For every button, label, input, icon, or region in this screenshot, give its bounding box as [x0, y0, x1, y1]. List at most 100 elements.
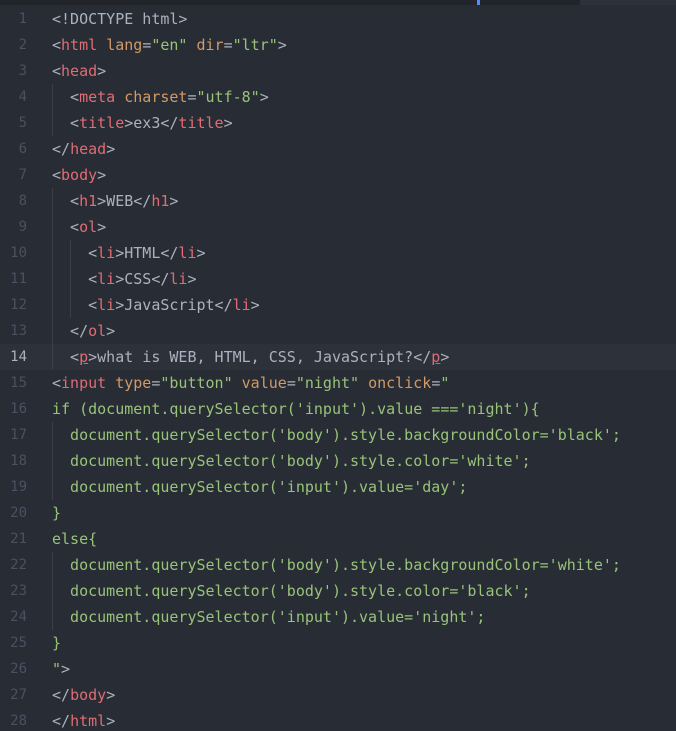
code-line[interactable]: 19 document.querySelector('input').value=…: [0, 474, 676, 500]
code-token: onclick: [368, 374, 432, 392]
code-line[interactable]: 15 <input type="button" value="night" onc…: [0, 370, 676, 396]
code-token: }: [52, 634, 62, 652]
indent-guide: [52, 214, 53, 240]
code-token: </: [52, 686, 71, 704]
line-number: 7: [18, 167, 27, 183]
code-line[interactable]: 17 document.querySelector('body').style.b…: [0, 422, 676, 448]
code-token: input: [61, 374, 107, 392]
code-line[interactable]: 20}: [0, 500, 676, 526]
line-number: 1: [18, 11, 27, 27]
code-token: >: [169, 192, 179, 210]
code-line[interactable]: 4 <meta charset="utf-8">: [0, 84, 676, 110]
line-number: 21: [10, 531, 27, 547]
code-line[interactable]: 26 ">: [0, 656, 676, 682]
code-line[interactable]: 23 document.querySelector('body').style.c…: [0, 578, 676, 604]
indent-guide: [70, 266, 72, 292]
line-number: 14: [10, 349, 27, 365]
line-number: 20: [10, 505, 27, 521]
code-line[interactable]: 14 <p>what is WEB, HTML, CSS, JavaScript?…: [0, 344, 676, 370]
code-line[interactable]: 7 <body>: [0, 162, 676, 188]
code-line[interactable]: 12 <li>JavaScript</li>: [0, 292, 676, 318]
code-token: >: [223, 114, 233, 132]
code-token: >: [61, 660, 71, 678]
code-token: >: [97, 62, 107, 80]
code-text: <html lang="en" dir="ltr">: [52, 32, 287, 58]
code-token: li: [97, 244, 116, 262]
code-token: ": [440, 374, 450, 392]
line-number: 3: [18, 63, 27, 79]
code-token: >: [196, 244, 206, 262]
line-number: 5: [18, 115, 27, 131]
code-line[interactable]: 27 </body>: [0, 682, 676, 708]
code-token: h1: [151, 192, 170, 210]
code-token: ex3: [133, 114, 161, 132]
indent-guide: [52, 604, 53, 630]
code-token: ol: [88, 322, 107, 340]
code-line[interactable]: 11 <li>CSS</li>: [0, 266, 676, 292]
code-line[interactable]: 13 </ol>: [0, 318, 676, 344]
code-text: }: [52, 500, 61, 526]
code-token: </: [413, 348, 432, 366]
code-token: >: [250, 296, 260, 314]
code-text: <!DOCTYPE html>: [52, 6, 187, 32]
active-tab[interactable]: [580, 0, 676, 5]
line-number: 28: [10, 713, 27, 729]
indent-guide: [52, 422, 53, 448]
code-editor[interactable]: 1 <!DOCTYPE html> 2 <html lang="en" dir="lt…: [0, 0, 676, 731]
code-text: }: [52, 630, 61, 656]
code-token: >: [259, 88, 269, 106]
code-token: >: [97, 166, 107, 184]
code-text: <p>what is WEB, HTML, CSS, JavaScript?</…: [70, 344, 449, 370]
code-token: </: [160, 244, 179, 262]
code-token: </: [133, 192, 152, 210]
code-token: <: [70, 114, 80, 132]
code-token: <: [88, 270, 98, 288]
indent-guide: [52, 474, 53, 500]
line-number: 19: [10, 479, 27, 495]
code-token: document.querySelector('body').style.col…: [70, 582, 531, 600]
code-token: body: [70, 686, 107, 704]
code-token: "button": [160, 374, 233, 392]
code-line[interactable]: 28 </html>: [0, 708, 676, 731]
code-token: </: [52, 712, 71, 730]
code-text: document.querySelector('input').value='n…: [70, 604, 485, 630]
code-line[interactable]: 8 <h1>WEB</h1>: [0, 188, 676, 214]
indent-guide: [52, 110, 53, 136]
code-text: if (document.querySelector('input').valu…: [52, 396, 540, 422]
code-token: >: [115, 244, 125, 262]
code-line[interactable]: 1 <!DOCTYPE html>: [0, 6, 676, 32]
line-number: 18: [10, 453, 27, 469]
code-line[interactable]: 5 <title>ex3</title>: [0, 110, 676, 136]
code-token: body: [61, 166, 98, 184]
code-text: <head>: [52, 58, 106, 84]
code-line[interactable]: 24 document.querySelector('input').value=…: [0, 604, 676, 630]
code-line[interactable]: 9 <ol>: [0, 214, 676, 240]
code-area[interactable]: 1 <!DOCTYPE html> 2 <html lang="en" dir="lt…: [0, 6, 676, 731]
code-token: document.querySelector('input').value='n…: [70, 608, 486, 626]
code-line[interactable]: 2 <html lang="en" dir="ltr">: [0, 32, 676, 58]
code-token: "ltr": [232, 36, 278, 54]
code-token: p: [431, 348, 441, 366]
code-line[interactable]: 3 <head>: [0, 58, 676, 84]
line-number: 2: [18, 37, 27, 53]
line-number: 22: [10, 557, 27, 573]
indent-guide: [52, 266, 53, 292]
code-token: "utf-8": [196, 88, 260, 106]
code-token: type: [115, 374, 152, 392]
code-line[interactable]: 25}: [0, 630, 676, 656]
code-token: ": [52, 660, 62, 678]
code-line[interactable]: 22 document.querySelector('body').style.b…: [0, 552, 676, 578]
code-token: >: [277, 36, 287, 54]
code-line[interactable]: 10 <li>HTML</li>: [0, 240, 676, 266]
code-line[interactable]: 6 </head>: [0, 136, 676, 162]
code-token: =: [223, 36, 233, 54]
code-text: </head>: [52, 136, 115, 162]
code-line[interactable]: 21 else{: [0, 526, 676, 552]
code-token: >: [106, 712, 116, 730]
code-token: <: [52, 166, 62, 184]
code-token: <: [70, 218, 80, 236]
code-line[interactable]: 16 if (document.querySelector('input').va…: [0, 396, 676, 422]
line-number: 24: [10, 609, 27, 625]
code-line[interactable]: 18 document.querySelector('body').style.c…: [0, 448, 676, 474]
